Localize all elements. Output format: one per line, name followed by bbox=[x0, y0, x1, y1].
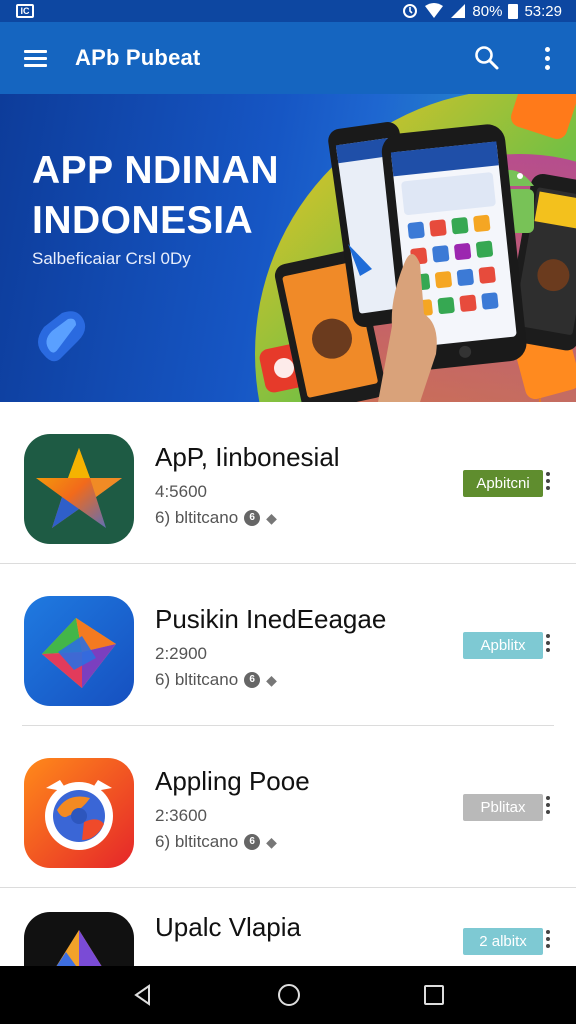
app-meta-text: 6) bltitcano bbox=[155, 508, 239, 527]
row-more-icon[interactable] bbox=[546, 930, 550, 948]
app-rating: 2:3600 bbox=[155, 806, 207, 825]
list-item[interactable]: ApP, Iinbonesial 4:5600 6) bltitcano 6 ◆… bbox=[0, 402, 576, 564]
notification-app-icon: IC bbox=[16, 4, 34, 18]
badge-icon: 6 bbox=[244, 834, 261, 850]
signal-icon bbox=[451, 4, 466, 18]
banner-title: APP NDINAN INDONESIA bbox=[32, 146, 279, 246]
row-more-icon[interactable] bbox=[546, 634, 550, 652]
diamond-icon: ◆ bbox=[266, 833, 277, 850]
app-meta-text: 6) bltitcano bbox=[155, 670, 239, 689]
banner-title-line1: APP NDINAN bbox=[32, 149, 279, 192]
status-time: 53:29 bbox=[524, 2, 562, 20]
app-name: ApP, Iinbonesial bbox=[155, 442, 340, 472]
install-button[interactable]: Apblitx bbox=[463, 632, 543, 659]
app-rating: 2:2900 bbox=[155, 644, 207, 663]
app-name: Pusikin InedEeagae bbox=[155, 604, 387, 634]
app-bar-title: APb Pubeat bbox=[75, 45, 201, 70]
install-button[interactable]: Apbitcni bbox=[463, 470, 543, 497]
origami-app-icon bbox=[24, 596, 134, 706]
banner-subtitle: Salbeficaiar Crsl 0Dy bbox=[32, 249, 191, 268]
battery-percent: 80% bbox=[472, 2, 503, 20]
install-button[interactable]: Pblitax bbox=[463, 794, 543, 821]
list-item[interactable]: Appling Pooe 2:3600 6) bltitcano 6 ◆ Pbl… bbox=[0, 726, 576, 888]
diamond-icon: ◆ bbox=[266, 671, 277, 688]
install-button[interactable]: 2 albitx bbox=[463, 928, 543, 955]
row-more-icon[interactable] bbox=[546, 472, 550, 490]
search-icon[interactable] bbox=[456, 22, 518, 94]
status-bar: IC 80% 53:29 bbox=[0, 0, 576, 22]
app-rating: 4:5600 bbox=[155, 482, 207, 501]
wifi-icon bbox=[425, 3, 444, 18]
app-meta: 6) bltitcano 6 ◆ bbox=[155, 832, 277, 852]
home-icon[interactable] bbox=[276, 982, 302, 1008]
recents-icon[interactable] bbox=[423, 984, 445, 1006]
star-app-icon bbox=[24, 434, 134, 544]
app-meta: 6) bltitcano 6 ◆ bbox=[155, 508, 277, 528]
diamond-icon: ◆ bbox=[266, 509, 277, 526]
more-vert-icon[interactable] bbox=[518, 22, 576, 94]
promo-banner[interactable]: APP NDINAN INDONESIA Salbeficaiar Crsl 0… bbox=[0, 94, 576, 402]
battery-icon bbox=[508, 3, 519, 19]
app-meta: 6) bltitcano 6 ◆ bbox=[155, 670, 277, 690]
row-more-icon[interactable] bbox=[546, 796, 550, 814]
app-name: Appling Pooe bbox=[155, 766, 310, 796]
app-meta-text: 6) bltitcano bbox=[155, 832, 239, 851]
badge-icon: 6 bbox=[244, 510, 261, 526]
app-name: Upalc Vlapia bbox=[155, 912, 301, 942]
connector-line bbox=[539, 398, 541, 402]
menu-icon[interactable] bbox=[0, 22, 70, 94]
app-list: ApP, Iinbonesial 4:5600 6) bltitcano 6 ◆… bbox=[0, 402, 576, 1024]
banner-logo-icon bbox=[38, 311, 86, 362]
back-icon[interactable] bbox=[131, 983, 155, 1007]
banner-title-line2: INDONESIA bbox=[32, 199, 254, 242]
list-item[interactable]: Pusikin InedEeagae 2:2900 6) bltitcano 6… bbox=[0, 564, 576, 726]
navigation-bar bbox=[0, 966, 576, 1024]
badge-icon: 6 bbox=[244, 672, 261, 688]
browser-app-icon bbox=[24, 758, 134, 868]
alarm-icon bbox=[403, 4, 418, 18]
app-bar: APb Pubeat bbox=[0, 22, 576, 94]
